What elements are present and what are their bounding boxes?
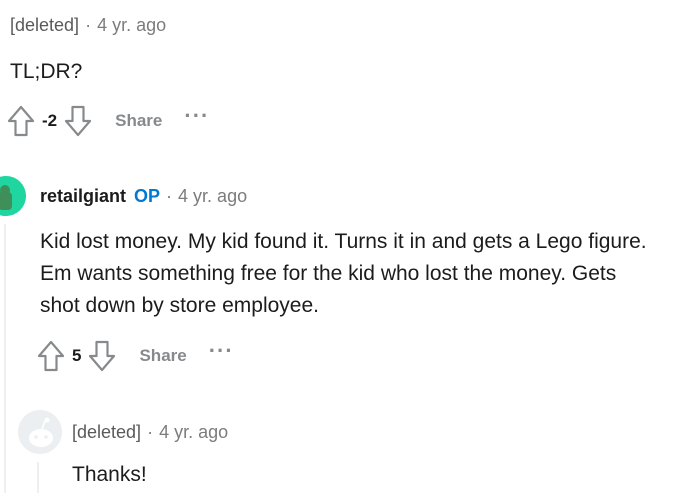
share-button[interactable]: Share (139, 346, 186, 366)
more-options-button[interactable]: ··· (184, 103, 209, 129)
upvote-arrow-icon[interactable] (36, 339, 66, 373)
downvote-arrow-icon[interactable] (87, 339, 117, 373)
thread-line[interactable] (37, 462, 39, 493)
comment-meta: [deleted] · 4 yr. ago (72, 422, 228, 443)
snoo-avatar-icon (0, 176, 26, 216)
meta-separator: · (147, 422, 154, 442)
vote-score: 5 (72, 346, 82, 365)
comment-time[interactable]: 4 yr. ago (97, 15, 166, 36)
comment-actions: -2 Share ··· (6, 101, 209, 141)
thread-line[interactable] (4, 224, 6, 493)
downvote-arrow-icon[interactable] (63, 104, 93, 138)
comment-meta: retailgiant OP · 4 yr. ago (40, 186, 247, 207)
meta-separator: · (166, 186, 173, 206)
vote-score: -2 (42, 111, 58, 130)
comment-actions: 5 Share ··· (36, 336, 234, 376)
more-options-button[interactable]: ··· (209, 338, 234, 364)
comment-body: Thanks! (72, 463, 147, 486)
comment-body: Kid lost money. My kid found it. Turns i… (40, 230, 647, 317)
user-avatar[interactable] (0, 176, 26, 216)
comment-author[interactable]: [deleted] (10, 15, 79, 36)
share-button[interactable]: Share (115, 111, 162, 131)
comment-author[interactable]: retailgiant (40, 186, 126, 207)
meta-separator: · (85, 15, 92, 35)
comment-time[interactable]: 4 yr. ago (178, 186, 247, 207)
comment-body: TL;DR? (10, 60, 83, 83)
comment-author[interactable]: [deleted] (72, 422, 141, 443)
comment-time[interactable]: 4 yr. ago (159, 422, 228, 443)
user-avatar[interactable] (18, 410, 62, 454)
deleted-user-avatar-icon (18, 410, 62, 454)
comment-meta: [deleted] · 4 yr. ago (10, 15, 166, 36)
upvote-arrow-icon[interactable] (6, 104, 36, 138)
op-badge: OP (134, 186, 161, 206)
